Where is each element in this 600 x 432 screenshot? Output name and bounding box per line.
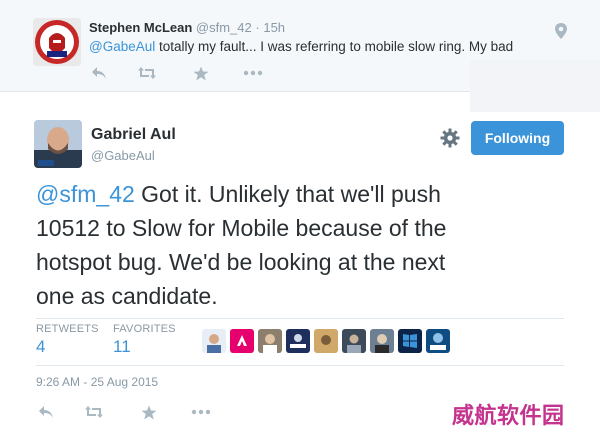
favorites-stat[interactable]: FAVORITES 11 [113,323,176,357]
mention-link[interactable]: @sfm_42 [36,181,135,207]
favorite-icon[interactable] [191,64,211,82]
reply-header: Stephen McLean @sfm_42 · 15h [89,20,285,35]
tweet-actions [36,403,236,423]
tweet-time[interactable]: 15h [263,20,285,35]
tweet-line-text: Got it. Unlikely that we'll push [134,181,441,207]
reply-body: totally my fault... I was referring to m… [155,39,514,54]
location-pin-icon[interactable] [553,22,569,40]
avatar[interactable] [370,329,394,353]
author-name[interactable]: Stephen McLean [89,20,192,35]
following-button[interactable]: Following [471,121,564,155]
reply-actions [89,64,279,82]
favorited-by-avatars [202,329,452,353]
reply-text: @GabeAul totally my fault... I was refer… [89,39,513,54]
favorites-label: FAVORITES [113,323,176,335]
avatar[interactable] [398,329,422,353]
tweet-line: one as candidate. [36,283,218,309]
avatar[interactable] [33,18,81,66]
favorite-icon[interactable] [139,403,159,421]
tweet-line: 10512 to Slow for Mobile because of the [36,215,447,241]
author-name[interactable]: Gabriel Aul [91,126,176,144]
reply-icon[interactable] [36,403,56,421]
retweets-stat[interactable]: RETWEETS 4 [36,323,99,357]
separator: · [255,20,260,35]
author-handle[interactable]: @sfm_42 [196,20,252,35]
retweets-label: RETWEETS [36,323,99,335]
retweets-count: 4 [36,337,46,356]
avatar[interactable] [314,329,338,353]
more-icon[interactable] [243,64,263,82]
avatar[interactable] [34,120,82,168]
retweet-icon[interactable] [84,403,104,421]
retweet-icon[interactable] [137,64,157,82]
mention-link[interactable]: @GabeAul [89,39,155,54]
reply-icon[interactable] [89,64,109,82]
avatar[interactable] [230,329,254,353]
tweet-timestamp[interactable]: 9:26 AM - 25 Aug 2015 [36,375,158,389]
avatar[interactable] [426,329,450,353]
avatar[interactable] [342,329,366,353]
favorites-count: 11 [113,337,131,356]
avatar[interactable] [258,329,282,353]
blurred-region [470,60,600,112]
tweet-stats: RETWEETS 4 FAVORITES 11 [36,318,564,366]
watermark: 威航软件园 [452,404,565,429]
gear-icon[interactable] [440,128,460,148]
tweet-text: @sfm_42 Got it. Unlikely that we'll push… [36,177,566,313]
tweet-line: hotspot bug. We'd be looking at the next [36,249,446,275]
more-icon[interactable] [191,403,211,421]
avatar[interactable] [286,329,310,353]
tweet-line: @sfm_42 Got it. Unlikely that we'll push [36,177,566,211]
avatar[interactable] [202,329,226,353]
author-handle[interactable]: @GabeAul [91,148,155,163]
